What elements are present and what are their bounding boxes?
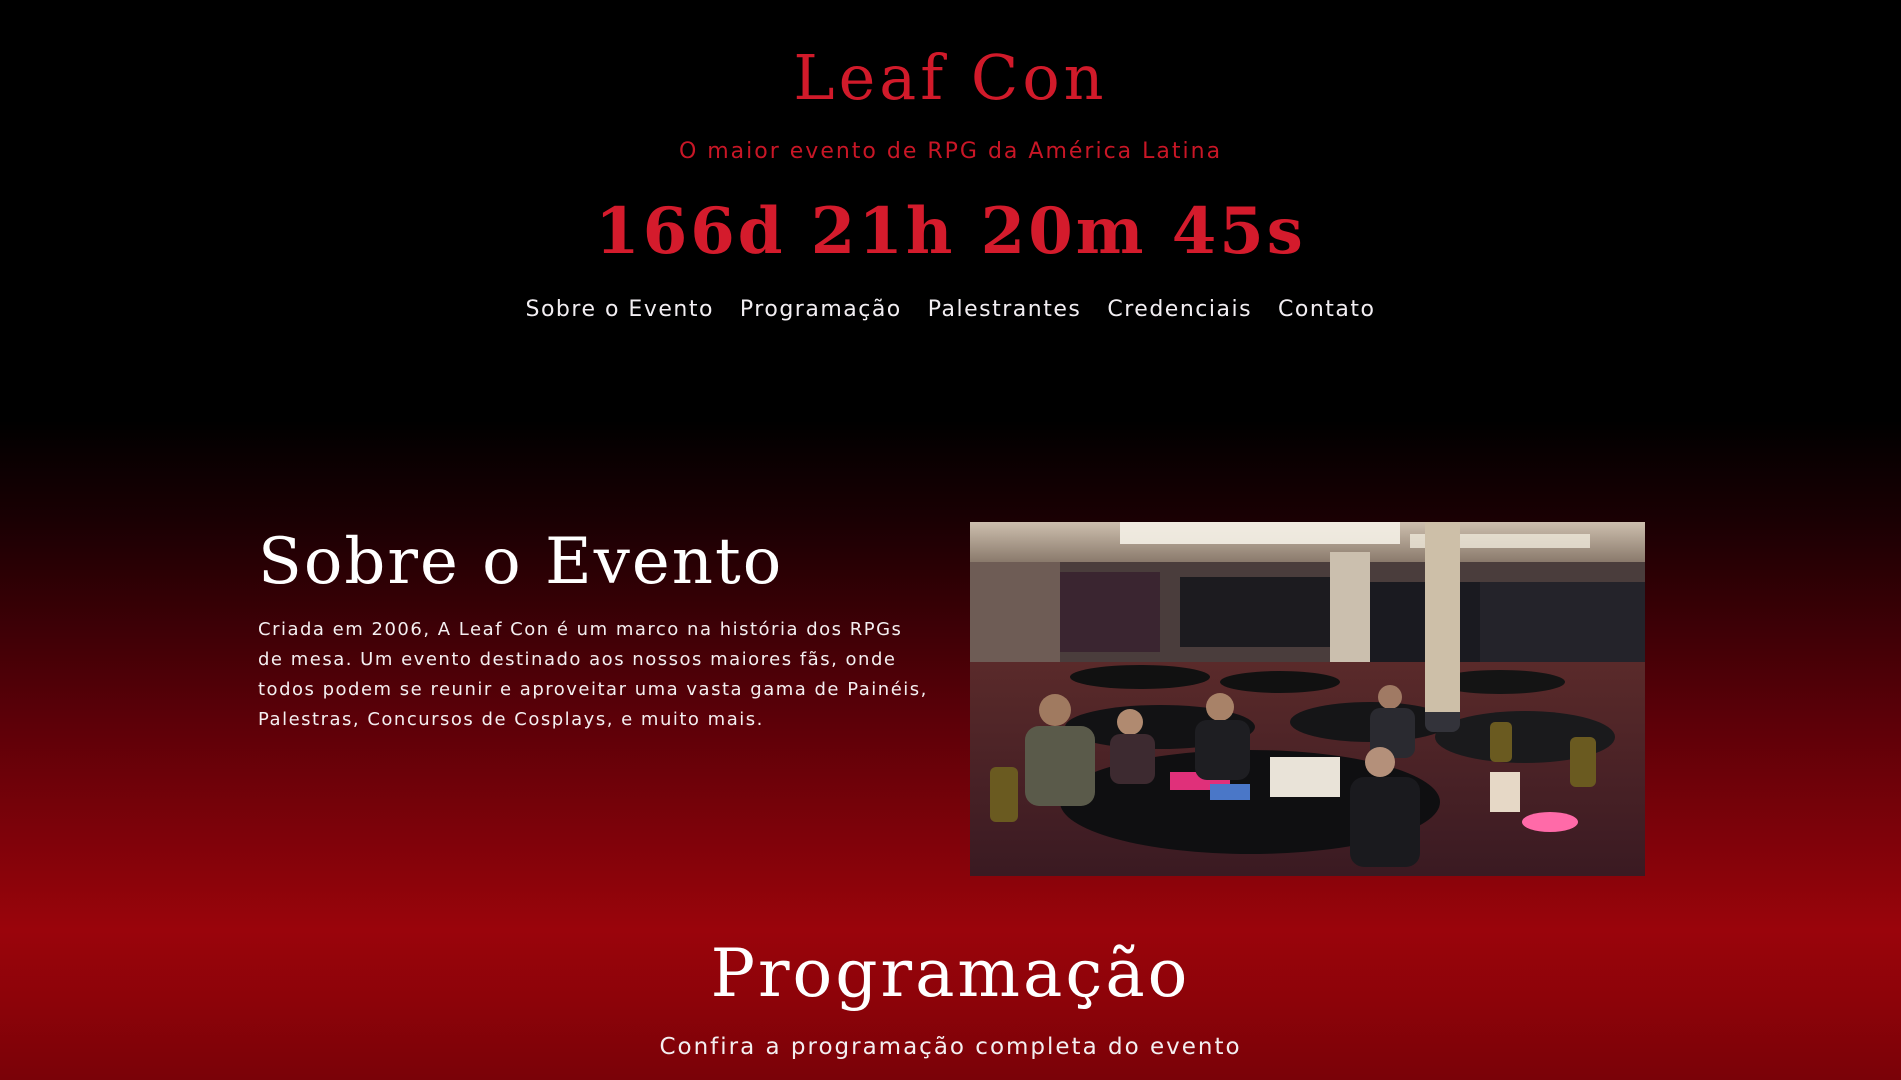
about-title: Sobre o Evento: [258, 525, 784, 599]
site-title: Leaf Con: [793, 41, 1108, 114]
programacao-subtitle: Confira a programação completa do evento: [659, 1034, 1242, 1060]
about-description: Criada em 2006, A Leaf Con é um marco na…: [258, 619, 928, 730]
site-tagline: O maior evento de RPG da América Latina: [678, 139, 1223, 164]
nav-link-contato[interactable]: Contato: [1278, 293, 1375, 327]
countdown-timer: 166d 21h 20m 45s: [595, 194, 1306, 269]
event-photo-illustration: [970, 522, 1645, 876]
programacao-title: Programação: [710, 935, 1191, 1012]
nav-link-credenciais[interactable]: Credenciais: [1107, 293, 1252, 327]
nav-link-sobre[interactable]: Sobre o Evento: [526, 293, 714, 327]
main-nav: Sobre o Evento Programação Palestrantes …: [0, 293, 1901, 327]
nav-link-programacao[interactable]: Programação: [740, 293, 902, 327]
event-photo: [970, 522, 1645, 876]
nav-link-palestrantes[interactable]: Palestrantes: [928, 293, 1082, 327]
